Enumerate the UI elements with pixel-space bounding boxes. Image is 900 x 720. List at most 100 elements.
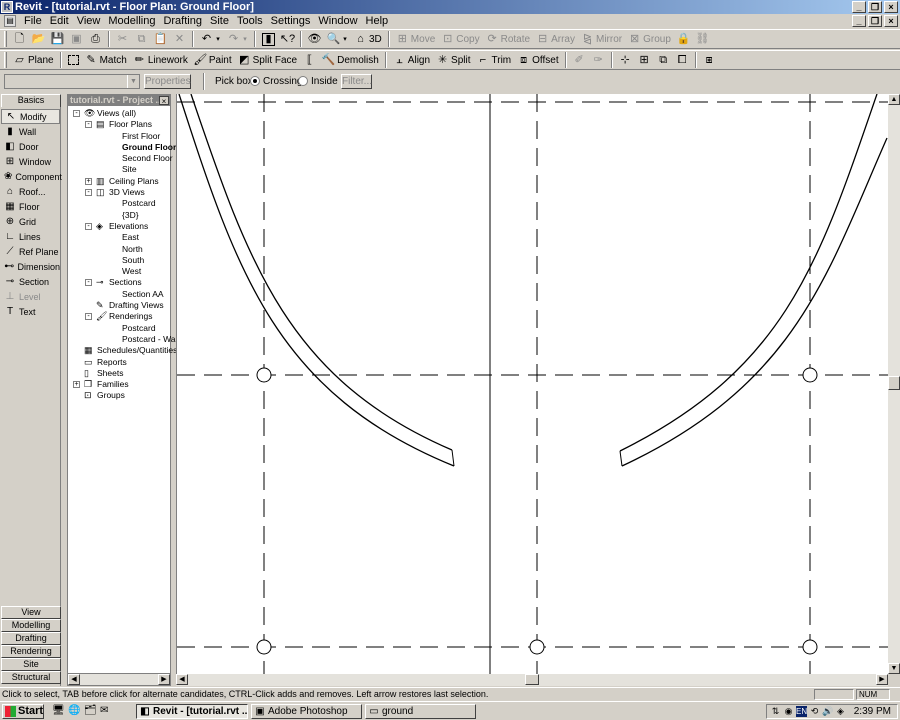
offset-button[interactable]: ⧈ Offset <box>514 52 562 69</box>
tree-item[interactable]: South <box>68 255 170 266</box>
minimize-button[interactable]: _ <box>852 1 866 13</box>
menu-file[interactable]: File <box>20 14 46 28</box>
toolbar-grip[interactable] <box>4 52 7 68</box>
tree-item[interactable]: - ⊸ Sections <box>68 277 170 288</box>
delete-button[interactable]: ✕ <box>170 31 189 48</box>
tool-dimension[interactable]: ⊷ Dimension <box>1 259 60 274</box>
menu-drafting[interactable]: Drafting <box>159 14 206 28</box>
doc-close-button[interactable]: × <box>884 15 898 27</box>
tree-item[interactable]: - ◫ 3D Views <box>68 187 170 198</box>
tree-item[interactable]: - 👁 Views (all) <box>68 108 170 119</box>
menu-window[interactable]: Window <box>314 14 361 28</box>
resize-button[interactable]: ⊹ <box>616 52 635 69</box>
create-similar-button[interactable]: ⧆ <box>700 52 719 69</box>
scroll-left-arrow-icon[interactable]: ◀ <box>68 674 80 685</box>
menu-settings[interactable]: Settings <box>267 14 315 28</box>
grid-bubble[interactable] <box>529 639 545 655</box>
tool-component[interactable]: ❀ Component <box>1 169 62 184</box>
view-3d-button[interactable]: ⌂ 3D <box>351 31 385 48</box>
crossing-radio[interactable] <box>250 76 260 86</box>
copy-element-button[interactable]: ⊡ Copy <box>438 31 482 48</box>
mirror-button[interactable]: ⧎ Mirror <box>578 31 625 48</box>
vertical-scrollbar[interactable]: ▲ ▼ <box>888 94 900 674</box>
quicklaunch-explorer-icon[interactable]: 🗂 <box>84 705 97 716</box>
menu-modelling[interactable]: Modelling <box>104 14 159 28</box>
taskbar-button[interactable]: ▭ ground <box>365 704 476 719</box>
split-button[interactable]: ✳ Split <box>433 52 473 69</box>
tree-item[interactable]: Site <box>68 164 170 175</box>
tree-item[interactable]: First Floor <box>68 131 170 142</box>
tree-item[interactable]: - ◈ Elevations <box>68 221 170 232</box>
tool-floor[interactable]: ▦ Floor <box>1 199 60 214</box>
doc-minimize-button[interactable]: _ <box>852 15 866 27</box>
pin-button[interactable]: ✐ <box>570 52 589 69</box>
properties-button[interactable]: Properties <box>144 74 191 89</box>
menu-tools[interactable]: Tools <box>233 14 267 28</box>
undo-button[interactable]: ↶ ▾ <box>197 31 224 48</box>
browser-horizontal-scrollbar[interactable]: ◀ ▶ <box>68 673 170 685</box>
sync-icon[interactable]: ⟲ <box>809 706 820 717</box>
group-button[interactable]: ⊠ Group <box>625 31 674 48</box>
tree-item[interactable]: ▦ Schedules/Quantities <box>68 345 177 356</box>
join-button[interactable]: ⟦ <box>300 52 319 69</box>
array-button[interactable]: ⊟ Array <box>533 31 578 48</box>
tree-item[interactable]: Second Floor <box>68 153 173 164</box>
tree-item[interactable]: ▯ Sheets <box>68 368 170 379</box>
volume-icon[interactable]: 🔊 <box>822 706 833 717</box>
link-button[interactable]: ⛓ <box>693 31 712 48</box>
work-plane-button[interactable]: ▱ Plane <box>10 52 57 69</box>
tree-item[interactable]: - 🖌 Renderings <box>68 311 170 322</box>
save-button[interactable]: 💾 <box>48 31 67 48</box>
tree-item[interactable]: North <box>68 244 170 255</box>
vertical-scroll-thumb[interactable] <box>888 376 900 390</box>
language-indicator[interactable]: EN <box>796 706 807 717</box>
align-button[interactable]: ⫠ Align <box>390 52 433 69</box>
tree-item[interactable]: ⊡ Groups <box>68 390 170 401</box>
paste-aligned-button[interactable]: ⧠ <box>673 52 692 69</box>
menu-edit[interactable]: Edit <box>46 14 73 28</box>
curved-wall-left-outer[interactable] <box>178 93 455 467</box>
tool-text[interactable]: T Text <box>1 304 60 319</box>
paint-button[interactable]: 🖌 Paint <box>191 52 235 69</box>
collapse-icon[interactable]: - <box>85 222 92 230</box>
copy-to-clipboard-button[interactable]: ⧉ <box>654 52 673 69</box>
document-icon[interactable]: ▤ <box>4 15 16 27</box>
tree-item[interactable]: - ▤ Floor Plans <box>68 119 170 130</box>
trim-button[interactable]: ⌐ Trim <box>474 52 515 69</box>
lock-button[interactable]: 🔒 <box>674 31 693 48</box>
open-button[interactable]: 📂 <box>29 31 48 48</box>
tab-basics[interactable]: Basics <box>1 94 61 107</box>
filter-button[interactable]: Filter... <box>341 74 372 89</box>
scroll-right-arrow-icon[interactable]: ▶ <box>158 674 170 685</box>
select-region-button[interactable] <box>65 52 82 69</box>
type-selector[interactable]: ▼ <box>4 74 140 89</box>
split-face-button[interactable]: ◩ Split Face <box>235 52 300 69</box>
quicklaunch-desktop-icon[interactable]: 🖥 <box>52 705 65 716</box>
horizontal-scroll-thumb[interactable] <box>525 674 539 685</box>
horizontal-scrollbar[interactable]: ◀ ▶ <box>176 674 888 686</box>
tab-rendering[interactable]: Rendering <box>1 645 61 658</box>
tree-item[interactable]: {3D} <box>68 210 170 221</box>
save-as-button[interactable]: ▣ <box>67 31 86 48</box>
shield-icon[interactable]: ◈ <box>835 706 846 717</box>
grid-bubble[interactable] <box>256 367 272 383</box>
redo-button[interactable]: ↷ ▾ <box>224 31 251 48</box>
tool-roof[interactable]: ⌂ Roof... <box>1 184 60 199</box>
menu-view[interactable]: View <box>73 14 105 28</box>
drawing-area[interactable] <box>176 93 889 674</box>
zoom-button[interactable]: 🔍 ▾ <box>324 31 351 48</box>
copy-button[interactable]: ⧉ <box>132 31 151 48</box>
collapse-icon[interactable]: - <box>85 313 92 321</box>
tree-item[interactable]: West <box>68 266 170 277</box>
tool-ref-plane[interactable]: ⟋ Ref Plane <box>1 244 60 259</box>
scroll-up-arrow-icon[interactable]: ▲ <box>888 94 900 105</box>
tool-section[interactable]: ⊸ Section <box>1 274 60 289</box>
grid-bubble[interactable] <box>802 639 818 655</box>
tree-item[interactable]: + ❒ Families <box>68 379 170 390</box>
inside-label[interactable]: Inside <box>311 76 338 88</box>
rotate-button[interactable]: ⟳ Rotate <box>483 31 533 48</box>
curved-wall-right-outer[interactable] <box>621 137 888 467</box>
taskbar-button[interactable]: ◧ Revit - [tutorial.rvt ... <box>136 704 248 719</box>
tree-item[interactable]: Section AA <box>68 289 170 300</box>
globe-icon[interactable]: ◉ <box>783 706 794 717</box>
